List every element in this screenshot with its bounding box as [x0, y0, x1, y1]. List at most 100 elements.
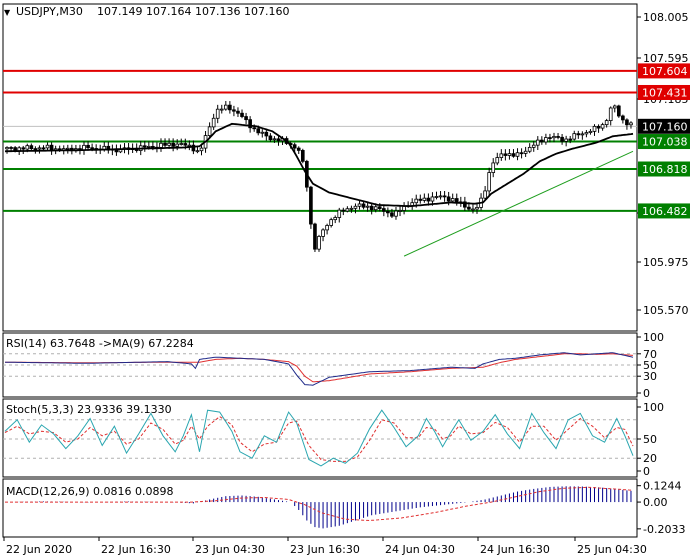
price-panel[interactable]: 108.005107.595107.185106.385105.975105.5…	[2, 3, 690, 332]
time-tick-label: 23 Jun 04:30	[195, 543, 265, 556]
candle	[309, 185, 313, 229]
candle	[171, 138, 175, 152]
candle	[596, 124, 601, 133]
candle	[402, 202, 406, 215]
candle	[625, 118, 629, 130]
panel-headers: ▼ USDJPY,M30 107.149 107.164 107.136 107…	[4, 5, 289, 498]
candle	[345, 206, 350, 213]
candle	[434, 191, 439, 200]
rsi-y-tick: 100	[643, 331, 664, 344]
candle	[248, 116, 252, 133]
candle	[410, 198, 415, 210]
candle	[588, 129, 593, 135]
price-y-tick: 105.570	[643, 304, 689, 317]
level-tag-107.604: 107.604	[638, 63, 690, 79]
price-y-tick: 105.975	[643, 256, 689, 269]
time-tick-label: 22 Jun 2020	[6, 543, 72, 556]
candle	[612, 104, 617, 113]
candle	[556, 133, 560, 140]
price-header-symbol: USDJPY,M30	[16, 5, 83, 18]
candle	[515, 148, 520, 161]
level-tag-106.482-text: 106.482	[642, 205, 688, 218]
price-y-tick: 107.595	[643, 52, 689, 65]
candle	[450, 193, 455, 203]
candle	[495, 152, 500, 166]
candle	[223, 100, 228, 111]
candle	[260, 129, 265, 138]
price-y-tick: 108.005	[643, 11, 689, 24]
level-tag-107.038-text: 107.038	[642, 136, 688, 149]
candle	[329, 217, 333, 228]
candle	[232, 105, 236, 117]
candle	[159, 138, 163, 152]
macd-y-tick: 0.1244	[643, 480, 682, 493]
candle	[519, 148, 524, 159]
candle	[236, 107, 240, 117]
rsi-line	[5, 352, 634, 386]
candle	[454, 193, 459, 206]
price-plot-frame	[2, 3, 638, 332]
trading-chart[interactable]: 108.005107.595107.185106.385105.975105.5…	[0, 0, 700, 560]
candle	[106, 141, 111, 154]
candle	[296, 146, 301, 154]
candle	[487, 167, 491, 196]
candle	[325, 223, 329, 235]
candle	[37, 145, 42, 154]
candle	[560, 133, 564, 145]
candle	[264, 129, 269, 141]
candle	[244, 112, 248, 124]
candle	[531, 141, 536, 152]
stoch-y-tick: 100	[643, 401, 664, 414]
rsi-y-tick: 30	[643, 370, 657, 383]
level-tag-107.431: 107.431	[638, 84, 690, 100]
level-tag-107.038: 107.038	[638, 134, 690, 150]
candle	[535, 136, 540, 151]
candle	[41, 145, 46, 151]
candle	[523, 146, 528, 157]
candle	[215, 104, 220, 124]
current-price-tag: 107.160	[638, 118, 690, 134]
candle	[21, 145, 26, 154]
candle	[386, 207, 390, 218]
candle	[382, 204, 386, 217]
current-price-tag-text: 107.160	[642, 120, 688, 133]
candle	[394, 206, 398, 220]
candle	[576, 130, 581, 139]
stoch-header: Stoch(5,3,3) 23.9336 39.1330	[6, 403, 172, 416]
candle	[438, 191, 443, 200]
time-tick-label: 24 Jun 16:30	[480, 543, 550, 556]
candle	[211, 113, 216, 130]
candle	[65, 144, 70, 154]
moving-average-line	[4, 122, 634, 208]
macd-y-tick: -0.2033	[643, 523, 685, 536]
candle	[219, 104, 224, 114]
candle	[74, 144, 78, 153]
candle	[5, 146, 9, 154]
time-tick-label: 24 Jun 04:30	[385, 543, 455, 556]
candle	[422, 193, 427, 203]
price-panel-caret-icon: ▼	[4, 8, 11, 17]
candle	[580, 131, 585, 140]
candle	[82, 141, 86, 155]
candle	[321, 228, 325, 242]
macd-header: MACD(12,26,9) 0.0816 0.0898	[6, 485, 174, 498]
level-tag-107.431-text: 107.431	[642, 86, 688, 99]
candle	[337, 207, 342, 223]
candle	[228, 101, 232, 114]
candle	[313, 222, 317, 252]
stoch-y-tick: 50	[643, 433, 657, 446]
rsi-ma-line	[5, 353, 634, 383]
candle	[600, 122, 605, 131]
candle	[155, 142, 159, 153]
candle	[458, 196, 463, 207]
stoch-y-tick: 20	[643, 452, 657, 465]
time-tick-label: 22 Jun 16:30	[101, 543, 171, 556]
level-tag-106.818: 106.818	[638, 161, 690, 177]
candle	[357, 200, 362, 210]
candle	[491, 158, 496, 178]
time-tick-label: 23 Jun 16:30	[290, 543, 360, 556]
candle	[564, 135, 568, 147]
candle	[114, 144, 119, 156]
level-tag-106.818-text: 106.818	[642, 163, 688, 176]
candle	[507, 149, 512, 160]
